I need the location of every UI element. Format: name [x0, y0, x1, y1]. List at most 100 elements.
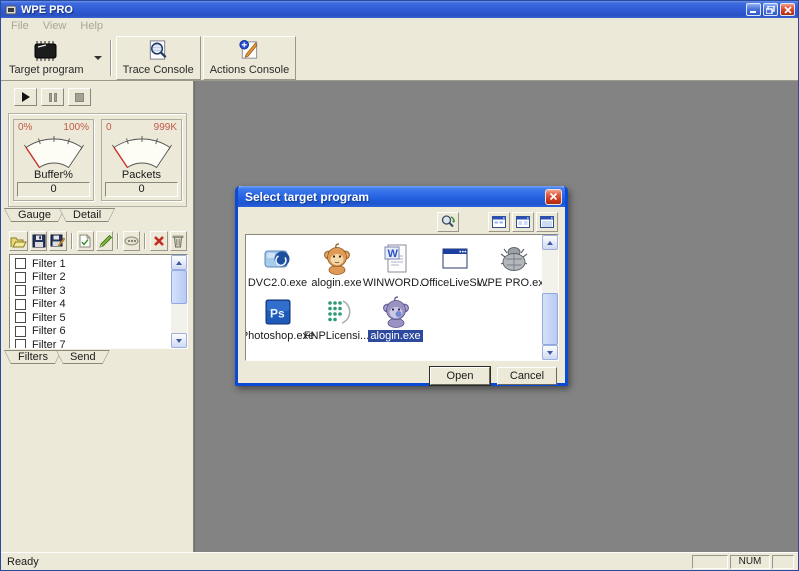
save-filter-button[interactable] — [30, 231, 47, 251]
program-item-label: WPE PRO.exe — [477, 277, 542, 289]
filter-list: Filter 1 Filter 2 Filter 3 Filter 4 — [9, 254, 188, 349]
scroll-down-arrow[interactable] — [171, 333, 187, 348]
toggle-filter-button[interactable] — [123, 231, 140, 251]
scroll-down-arrow[interactable] — [542, 345, 558, 360]
buffer-gauge-value: 0 — [17, 182, 90, 197]
dialog-titlebar[interactable]: Select target program — [238, 186, 565, 207]
open-folder-icon — [10, 235, 27, 248]
program-item-selected[interactable]: alogin.exe — [366, 296, 425, 342]
view-list-button[interactable] — [512, 212, 534, 232]
filter-row[interactable]: Filter 7 — [10, 338, 171, 348]
target-program-dropdown-icon[interactable] — [94, 56, 102, 60]
photoshop-program-icon: Ps — [262, 296, 294, 328]
buffer-gauge-max: 100% — [63, 122, 89, 133]
tab-detail-label: Detail — [73, 209, 101, 221]
filter-checkbox[interactable] — [15, 312, 26, 323]
filter-row[interactable]: Filter 1 — [10, 257, 171, 271]
trash-filter-button[interactable] — [170, 231, 187, 251]
window-titlebar[interactable]: WPE PRO — [1, 1, 798, 18]
program-item[interactable]: WPE PRO.exe — [484, 243, 542, 289]
program-item[interactable]: DVC2.0.exe — [248, 243, 307, 289]
filter-row[interactable]: Filter 5 — [10, 311, 171, 325]
list-view-icon — [516, 216, 530, 228]
save-icon — [32, 234, 46, 248]
dialog-toolbar — [238, 207, 565, 233]
packets-gauge-dial — [106, 134, 178, 170]
open-button[interactable]: Open — [430, 367, 490, 385]
tab-filters[interactable]: Filters — [4, 350, 62, 364]
word-program-icon: W — [380, 243, 412, 275]
scroll-up-arrow[interactable] — [542, 235, 558, 250]
program-item[interactable]: Ps Photoshop.exe — [248, 296, 307, 342]
filter-checkbox[interactable] — [15, 285, 26, 296]
save-as-filter-button[interactable] — [49, 231, 66, 251]
stop-button[interactable] — [68, 88, 91, 106]
status-message: Ready — [1, 556, 692, 568]
filter-row[interactable]: Filter 4 — [10, 298, 171, 312]
menu-file[interactable]: File — [4, 19, 36, 33]
program-item[interactable]: OfficeLiveSi... — [425, 243, 484, 289]
filter-checkbox[interactable] — [15, 258, 26, 269]
program-list: DVC2.0.exe — [245, 234, 559, 361]
scrollbar-thumb[interactable] — [542, 293, 558, 345]
scroll-up-arrow[interactable] — [171, 255, 187, 270]
status-bar: Ready NUM — [1, 552, 798, 570]
play-button[interactable] — [14, 88, 37, 106]
buffer-gauge-dial — [18, 134, 90, 170]
menu-view[interactable]: View — [36, 19, 74, 33]
filter-row[interactable]: Filter 6 — [10, 325, 171, 339]
program-list-scrollbar[interactable] — [542, 235, 558, 360]
pause-button[interactable] — [41, 88, 64, 106]
scrollbar-thumb[interactable] — [171, 270, 187, 304]
menu-help[interactable]: Help — [73, 19, 110, 33]
filter-checkbox[interactable] — [15, 326, 26, 337]
minimize-button[interactable] — [746, 3, 761, 16]
check-filter-button[interactable] — [77, 231, 94, 251]
cancel-button[interactable]: Cancel — [497, 367, 557, 385]
status-pane-empty — [692, 555, 728, 569]
tab-send-label: Send — [70, 351, 96, 363]
program-item[interactable]: alogin.exe — [307, 243, 366, 289]
filter-row[interactable]: Filter 2 — [10, 271, 171, 285]
actions-console-button[interactable]: Actions Console — [203, 36, 297, 80]
filter-checkbox[interactable] — [15, 272, 26, 283]
tab-send[interactable]: Send — [56, 350, 110, 364]
delete-filter-button[interactable] — [150, 231, 167, 251]
program-item[interactable]: W WINWORD... — [366, 243, 425, 289]
program-item-label: WINWORD... — [363, 277, 428, 289]
target-program-button[interactable]: Target program — [3, 36, 106, 80]
dialog-title: Select target program — [245, 190, 545, 204]
main-toolbar: Target program Trace Console Actions Con… — [1, 34, 798, 81]
program-item[interactable]: FNPLicensi... — [307, 296, 366, 342]
fnp-program-icon — [321, 296, 353, 328]
open-filter-button[interactable] — [9, 231, 28, 251]
restore-button[interactable] — [763, 3, 778, 16]
close-button[interactable] — [780, 3, 795, 16]
filter-list-scrollbar[interactable] — [171, 255, 187, 348]
oval-toggle-icon — [124, 236, 139, 246]
dialog-close-button[interactable] — [545, 189, 562, 205]
tab-detail[interactable]: Detail — [59, 208, 115, 222]
large-icons-view-icon — [492, 216, 506, 228]
filter-toolbar-separator — [117, 233, 119, 249]
filter-checkbox[interactable] — [15, 299, 26, 310]
filter-row[interactable]: Filter 3 — [10, 284, 171, 298]
view-details-button[interactable] — [536, 212, 558, 232]
filter-label: Filter 7 — [32, 339, 66, 348]
play-icon — [22, 92, 30, 102]
actions-console-icon — [236, 39, 262, 62]
filter-checkbox[interactable] — [15, 339, 26, 348]
edit-filter-button[interactable] — [96, 231, 113, 251]
view-large-icons-button[interactable] — [488, 212, 510, 232]
program-item-label-selected: alogin.exe — [368, 330, 422, 342]
packets-gauge-label: Packets — [104, 169, 179, 181]
details-view-icon — [540, 216, 554, 228]
trace-console-button[interactable]: Trace Console — [116, 36, 201, 80]
select-target-program-dialog: Select target program — [235, 186, 568, 386]
refresh-process-list-button[interactable] — [437, 212, 459, 232]
packets-gauge: 0 999K Packets 0 — [101, 119, 182, 201]
monkey-program-icon-selected — [380, 296, 412, 328]
tab-gauge[interactable]: Gauge — [4, 208, 65, 222]
stop-icon — [75, 93, 84, 102]
svg-text:Ps: Ps — [270, 307, 285, 321]
